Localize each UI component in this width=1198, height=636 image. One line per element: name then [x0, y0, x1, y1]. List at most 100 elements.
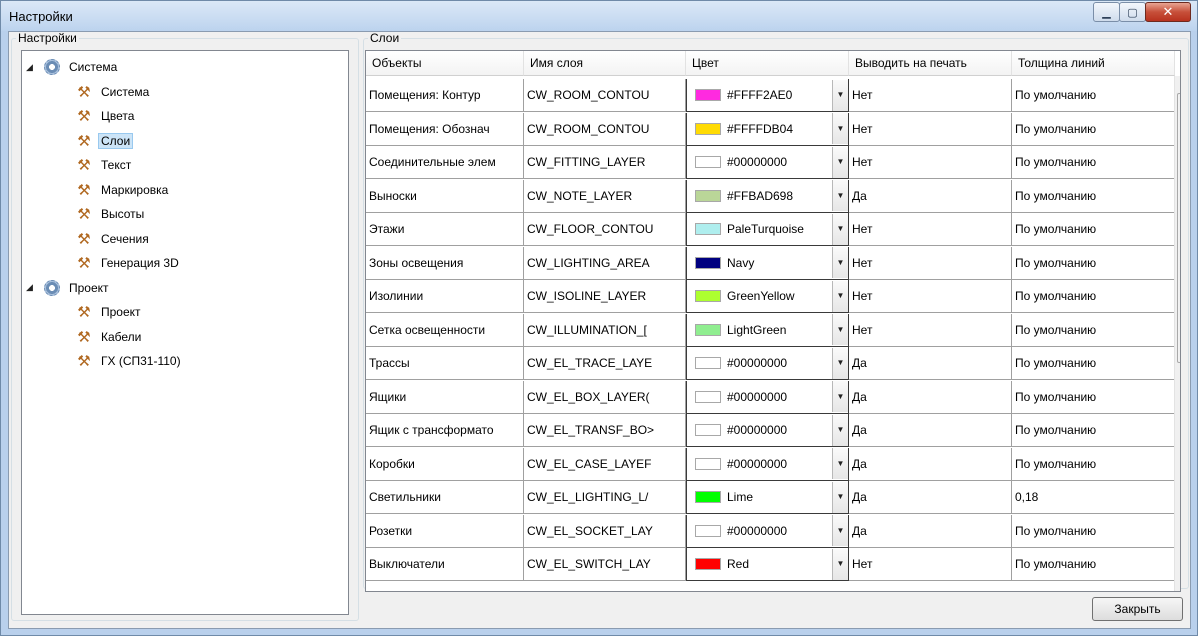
print-cell[interactable]: Нет: [849, 313, 1012, 347]
print-cell[interactable]: Нет: [849, 548, 1012, 581]
object-cell[interactable]: Выключатели: [366, 548, 524, 581]
object-cell[interactable]: Соединительные элем: [366, 146, 524, 179]
layer-name-cell[interactable]: CW_ILLUMINATION_[: [524, 313, 686, 347]
print-cell[interactable]: Да: [849, 447, 1012, 481]
print-cell[interactable]: Нет: [849, 79, 1012, 112]
line-thickness-cell[interactable]: По умолчанию: [1012, 280, 1175, 313]
object-cell[interactable]: Ящик с трансформато: [366, 414, 524, 447]
print-cell[interactable]: Нет: [849, 213, 1012, 246]
layer-name-cell[interactable]: CW_LIGHTING_AREA: [524, 246, 686, 280]
object-cell[interactable]: Коробки: [366, 447, 524, 481]
object-cell[interactable]: Розетки: [366, 514, 524, 548]
tree-item[interactable]: ⚒ ГХ (СП31-110): [74, 351, 184, 371]
line-thickness-cell[interactable]: По умолчанию: [1012, 347, 1175, 380]
line-thickness-cell[interactable]: По умолчанию: [1012, 213, 1175, 246]
line-thickness-cell[interactable]: По умолчанию: [1012, 112, 1175, 146]
line-thickness-cell[interactable]: По умолчанию: [1012, 548, 1175, 581]
maximize-button[interactable]: ▢: [1119, 2, 1146, 22]
chevron-down-icon[interactable]: ▼: [832, 347, 848, 379]
line-thickness-cell[interactable]: 0,18: [1012, 481, 1175, 514]
object-cell[interactable]: Светильники: [366, 481, 524, 514]
print-cell[interactable]: Нет: [849, 146, 1012, 179]
column-header[interactable]: Цвет: [686, 51, 849, 76]
print-cell[interactable]: Нет: [849, 112, 1012, 146]
scroll-thumb[interactable]: ≡: [1177, 93, 1180, 363]
layer-name-cell[interactable]: CW_NOTE_LAYER: [524, 179, 686, 213]
object-cell[interactable]: Выноски: [366, 179, 524, 213]
print-cell[interactable]: Нет: [849, 246, 1012, 280]
color-dropdown[interactable]: Navy ▼: [686, 246, 849, 280]
color-dropdown[interactable]: #FFFF2AE0 ▼: [686, 79, 849, 112]
tree-item[interactable]: ⚒ Слои: [74, 131, 134, 151]
tree-group-node[interactable]: ◢ Проект: [26, 278, 112, 298]
color-dropdown[interactable]: #FFBAD698 ▼: [686, 179, 849, 213]
chevron-down-icon[interactable]: ▼: [832, 180, 848, 211]
scroll-up-icon[interactable]: ▲: [1175, 76, 1181, 93]
layer-name-cell[interactable]: CW_EL_SWITCH_LAY: [524, 548, 686, 581]
chevron-down-icon[interactable]: ▼: [832, 314, 848, 345]
object-cell[interactable]: Изолинии: [366, 280, 524, 313]
chevron-down-icon[interactable]: ▼: [832, 247, 848, 278]
line-thickness-cell[interactable]: По умолчанию: [1012, 313, 1175, 347]
tree-item[interactable]: ⚒ Система: [74, 82, 152, 102]
layer-name-cell[interactable]: CW_EL_CASE_LAYEF: [524, 447, 686, 481]
tree-item[interactable]: ⚒ Текст: [74, 155, 134, 175]
column-header[interactable]: Имя слоя: [524, 51, 686, 76]
layer-name-cell[interactable]: CW_ROOM_CONTOU: [524, 112, 686, 146]
tree-item[interactable]: ⚒ Кабели: [74, 327, 144, 347]
print-cell[interactable]: Да: [849, 414, 1012, 447]
minimize-button[interactable]: ▁: [1093, 2, 1120, 22]
chevron-down-icon[interactable]: ▼: [832, 280, 848, 312]
color-dropdown[interactable]: #00000000 ▼: [686, 146, 849, 179]
print-cell[interactable]: Да: [849, 347, 1012, 380]
color-dropdown[interactable]: Red ▼: [686, 548, 849, 581]
color-dropdown[interactable]: #00000000 ▼: [686, 414, 849, 447]
print-cell[interactable]: Да: [849, 481, 1012, 514]
line-thickness-cell[interactable]: По умолчанию: [1012, 246, 1175, 280]
line-thickness-cell[interactable]: По умолчанию: [1012, 514, 1175, 548]
tree-group-node[interactable]: ◢ Система: [26, 57, 120, 77]
tree-item[interactable]: ⚒ Генерация 3D: [74, 253, 182, 273]
object-cell[interactable]: Этажи: [366, 213, 524, 246]
expand-arrow-icon[interactable]: ◢: [26, 62, 36, 73]
object-cell[interactable]: Трассы: [366, 347, 524, 380]
color-dropdown[interactable]: #FFFFDB04 ▼: [686, 112, 849, 146]
layer-name-cell[interactable]: CW_ROOM_CONTOU: [524, 79, 686, 112]
line-thickness-cell[interactable]: По умолчанию: [1012, 447, 1175, 481]
chevron-down-icon[interactable]: ▼: [832, 79, 848, 111]
layer-name-cell[interactable]: CW_FITTING_LAYER: [524, 146, 686, 179]
object-cell[interactable]: Сетка освещенности: [366, 313, 524, 347]
color-dropdown[interactable]: #00000000 ▼: [686, 514, 849, 548]
chevron-down-icon[interactable]: ▼: [832, 548, 848, 580]
color-dropdown[interactable]: #00000000 ▼: [686, 347, 849, 380]
color-dropdown[interactable]: GreenYellow ▼: [686, 280, 849, 313]
settings-tree[interactable]: ◢ Система ⚒ Система ⚒ Цвета ⚒ Слои ⚒ Текст ⚒ Маркир…: [21, 50, 349, 615]
line-thickness-cell[interactable]: По умолчанию: [1012, 414, 1175, 447]
column-header[interactable]: Объекты: [366, 51, 524, 76]
vertical-scrollbar[interactable]: ▲ ≡ ▼: [1174, 76, 1181, 591]
scroll-down-icon[interactable]: ▼: [1175, 575, 1181, 591]
color-dropdown[interactable]: Lime ▼: [686, 481, 849, 514]
column-header[interactable]: Выводить на печать: [849, 51, 1012, 76]
layer-name-cell[interactable]: CW_EL_BOX_LAYER(: [524, 380, 686, 414]
close-window-button[interactable]: ✕: [1145, 2, 1191, 22]
close-button[interactable]: Закрыть: [1092, 597, 1183, 621]
tree-item[interactable]: ⚒ Цвета: [74, 106, 137, 126]
chevron-down-icon[interactable]: ▼: [832, 113, 848, 144]
layer-name-cell[interactable]: CW_EL_TRACE_LAYE: [524, 347, 686, 380]
print-cell[interactable]: Да: [849, 380, 1012, 414]
chevron-down-icon[interactable]: ▼: [832, 515, 848, 546]
chevron-down-icon[interactable]: ▼: [832, 146, 848, 178]
tree-item[interactable]: ⚒ Высоты: [74, 204, 147, 224]
column-header[interactable]: Толщина линий: [1012, 51, 1175, 76]
expand-arrow-icon[interactable]: ◢: [26, 282, 36, 293]
object-cell[interactable]: Помещения: Контур: [366, 79, 524, 112]
color-dropdown[interactable]: #00000000 ▼: [686, 380, 849, 414]
chevron-down-icon[interactable]: ▼: [832, 448, 848, 479]
layer-name-cell[interactable]: CW_EL_SOCKET_LAY: [524, 514, 686, 548]
layer-name-cell[interactable]: CW_EL_LIGHTING_L/: [524, 481, 686, 514]
object-cell[interactable]: Ящики: [366, 380, 524, 414]
object-cell[interactable]: Помещения: Обознач: [366, 112, 524, 146]
color-dropdown[interactable]: PaleTurquoise ▼: [686, 213, 849, 246]
print-cell[interactable]: Нет: [849, 280, 1012, 313]
